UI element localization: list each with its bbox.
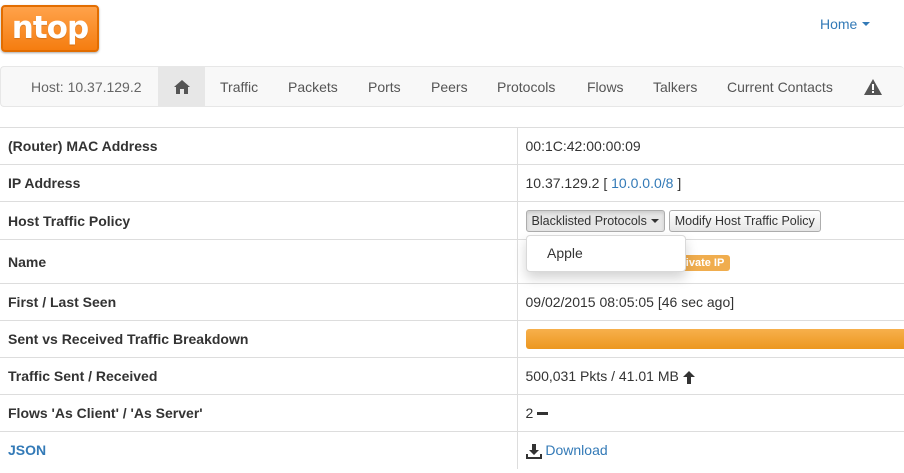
tab-traffic[interactable]: Traffic xyxy=(205,67,273,106)
sent-traffic-bar xyxy=(525,329,904,349)
mac-address-value: 00:1C:42:00:00:09 xyxy=(517,127,904,165)
caret-down-icon xyxy=(650,218,659,223)
traffic-policy-cell: Blacklisted Protocols Modify Host Traffi… xyxy=(517,201,904,240)
row-label: IP Address xyxy=(0,164,518,202)
ntop-logo[interactable]: ntop xyxy=(1,5,99,52)
network-link[interactable]: 10.0.0.0/8 xyxy=(611,175,673,191)
table-row: Host Traffic Policy Blacklisted Protocol… xyxy=(0,201,904,240)
row-label: Traffic Sent / Received xyxy=(0,357,518,395)
row-label: Name xyxy=(0,239,518,284)
json-link[interactable]: JSON xyxy=(8,442,46,458)
flows-value: 2 xyxy=(525,405,534,421)
traffic-sent-received-cell: 500,031 Pkts / 41.01 MB xyxy=(517,357,904,395)
row-label: Host Traffic Policy xyxy=(0,201,518,240)
traffic-value: 500,031 Pkts / 41.01 MB xyxy=(525,368,679,384)
download-link[interactable]: Download xyxy=(525,441,608,459)
row-label: Sent vs Received Traffic Breakdown xyxy=(0,320,518,358)
tab-current-contacts[interactable]: Current Contacts xyxy=(712,67,848,106)
table-row: JSON Download xyxy=(0,431,904,469)
warning-icon xyxy=(864,78,882,95)
download-cell: Download xyxy=(517,431,904,469)
home-menu-label: Home xyxy=(820,16,858,32)
dropdown-item-apple[interactable]: Apple xyxy=(527,245,685,261)
host-label: Host: 10.37.129.2 xyxy=(31,78,142,95)
traffic-breakdown-cell xyxy=(517,320,904,358)
modify-policy-button[interactable]: Modify Host Traffic Policy xyxy=(668,209,821,232)
blacklisted-protocols-dropdown: Apple xyxy=(526,235,686,272)
tab-flows[interactable]: Flows xyxy=(572,67,639,106)
blacklisted-protocols-button[interactable]: Blacklisted Protocols xyxy=(525,209,665,232)
table-row: Sent vs Received Traffic Breakdown xyxy=(0,320,904,358)
ip-address-cell: 10.37.129.2 [ 10.0.0.0/8 ] xyxy=(517,164,904,202)
tab-protocols[interactable]: Protocols xyxy=(482,67,570,106)
table-row: (Router) MAC Address 00:1C:42:00:00:09 xyxy=(0,127,904,165)
tab-packets[interactable]: Packets xyxy=(273,67,353,106)
minus-icon xyxy=(537,412,549,416)
home-icon xyxy=(173,79,190,94)
table-row: Name rivate IP xyxy=(0,239,904,284)
download-label: Download xyxy=(545,441,608,458)
table-row: First / Last Seen 09/02/2015 08:05:05 [4… xyxy=(0,283,904,321)
table-row: Flows 'As Client' / 'As Server' 2 xyxy=(0,394,904,432)
tab-alerts[interactable] xyxy=(849,67,897,106)
arrow-up-icon xyxy=(682,370,695,384)
home-menu[interactable]: Home xyxy=(820,16,871,32)
row-label: First / Last Seen xyxy=(0,283,518,321)
download-icon xyxy=(525,443,542,459)
caret-down-icon xyxy=(862,22,871,26)
tab-ports[interactable]: Ports xyxy=(353,67,416,106)
host-navbar: Host: 10.37.129.2 Traffic Packets Ports … xyxy=(0,66,904,107)
table-row: IP Address 10.37.129.2 [ 10.0.0.0/8 ] xyxy=(0,164,904,202)
row-label: JSON xyxy=(0,431,518,469)
logo-text: ntop xyxy=(11,10,89,46)
flows-cell: 2 xyxy=(517,394,904,432)
host-details-table: (Router) MAC Address 00:1C:42:00:00:09 I… xyxy=(0,127,904,469)
tab-peers[interactable]: Peers xyxy=(416,67,483,106)
ip-suffix: ] xyxy=(677,175,682,191)
ip-address-value: 10.37.129.2 [ xyxy=(525,175,608,191)
blacklisted-protocols-label: Blacklisted Protocols xyxy=(531,213,647,228)
table-row: Traffic Sent / Received 500,031 Pkts / 4… xyxy=(0,357,904,395)
row-label: (Router) MAC Address xyxy=(0,127,518,165)
tab-talkers[interactable]: Talkers xyxy=(638,67,712,106)
tab-home[interactable] xyxy=(158,67,205,106)
row-label: Flows 'As Client' / 'As Server' xyxy=(0,394,518,432)
first-last-seen-value: 09/02/2015 08:05:05 [46 sec ago] xyxy=(517,283,904,321)
